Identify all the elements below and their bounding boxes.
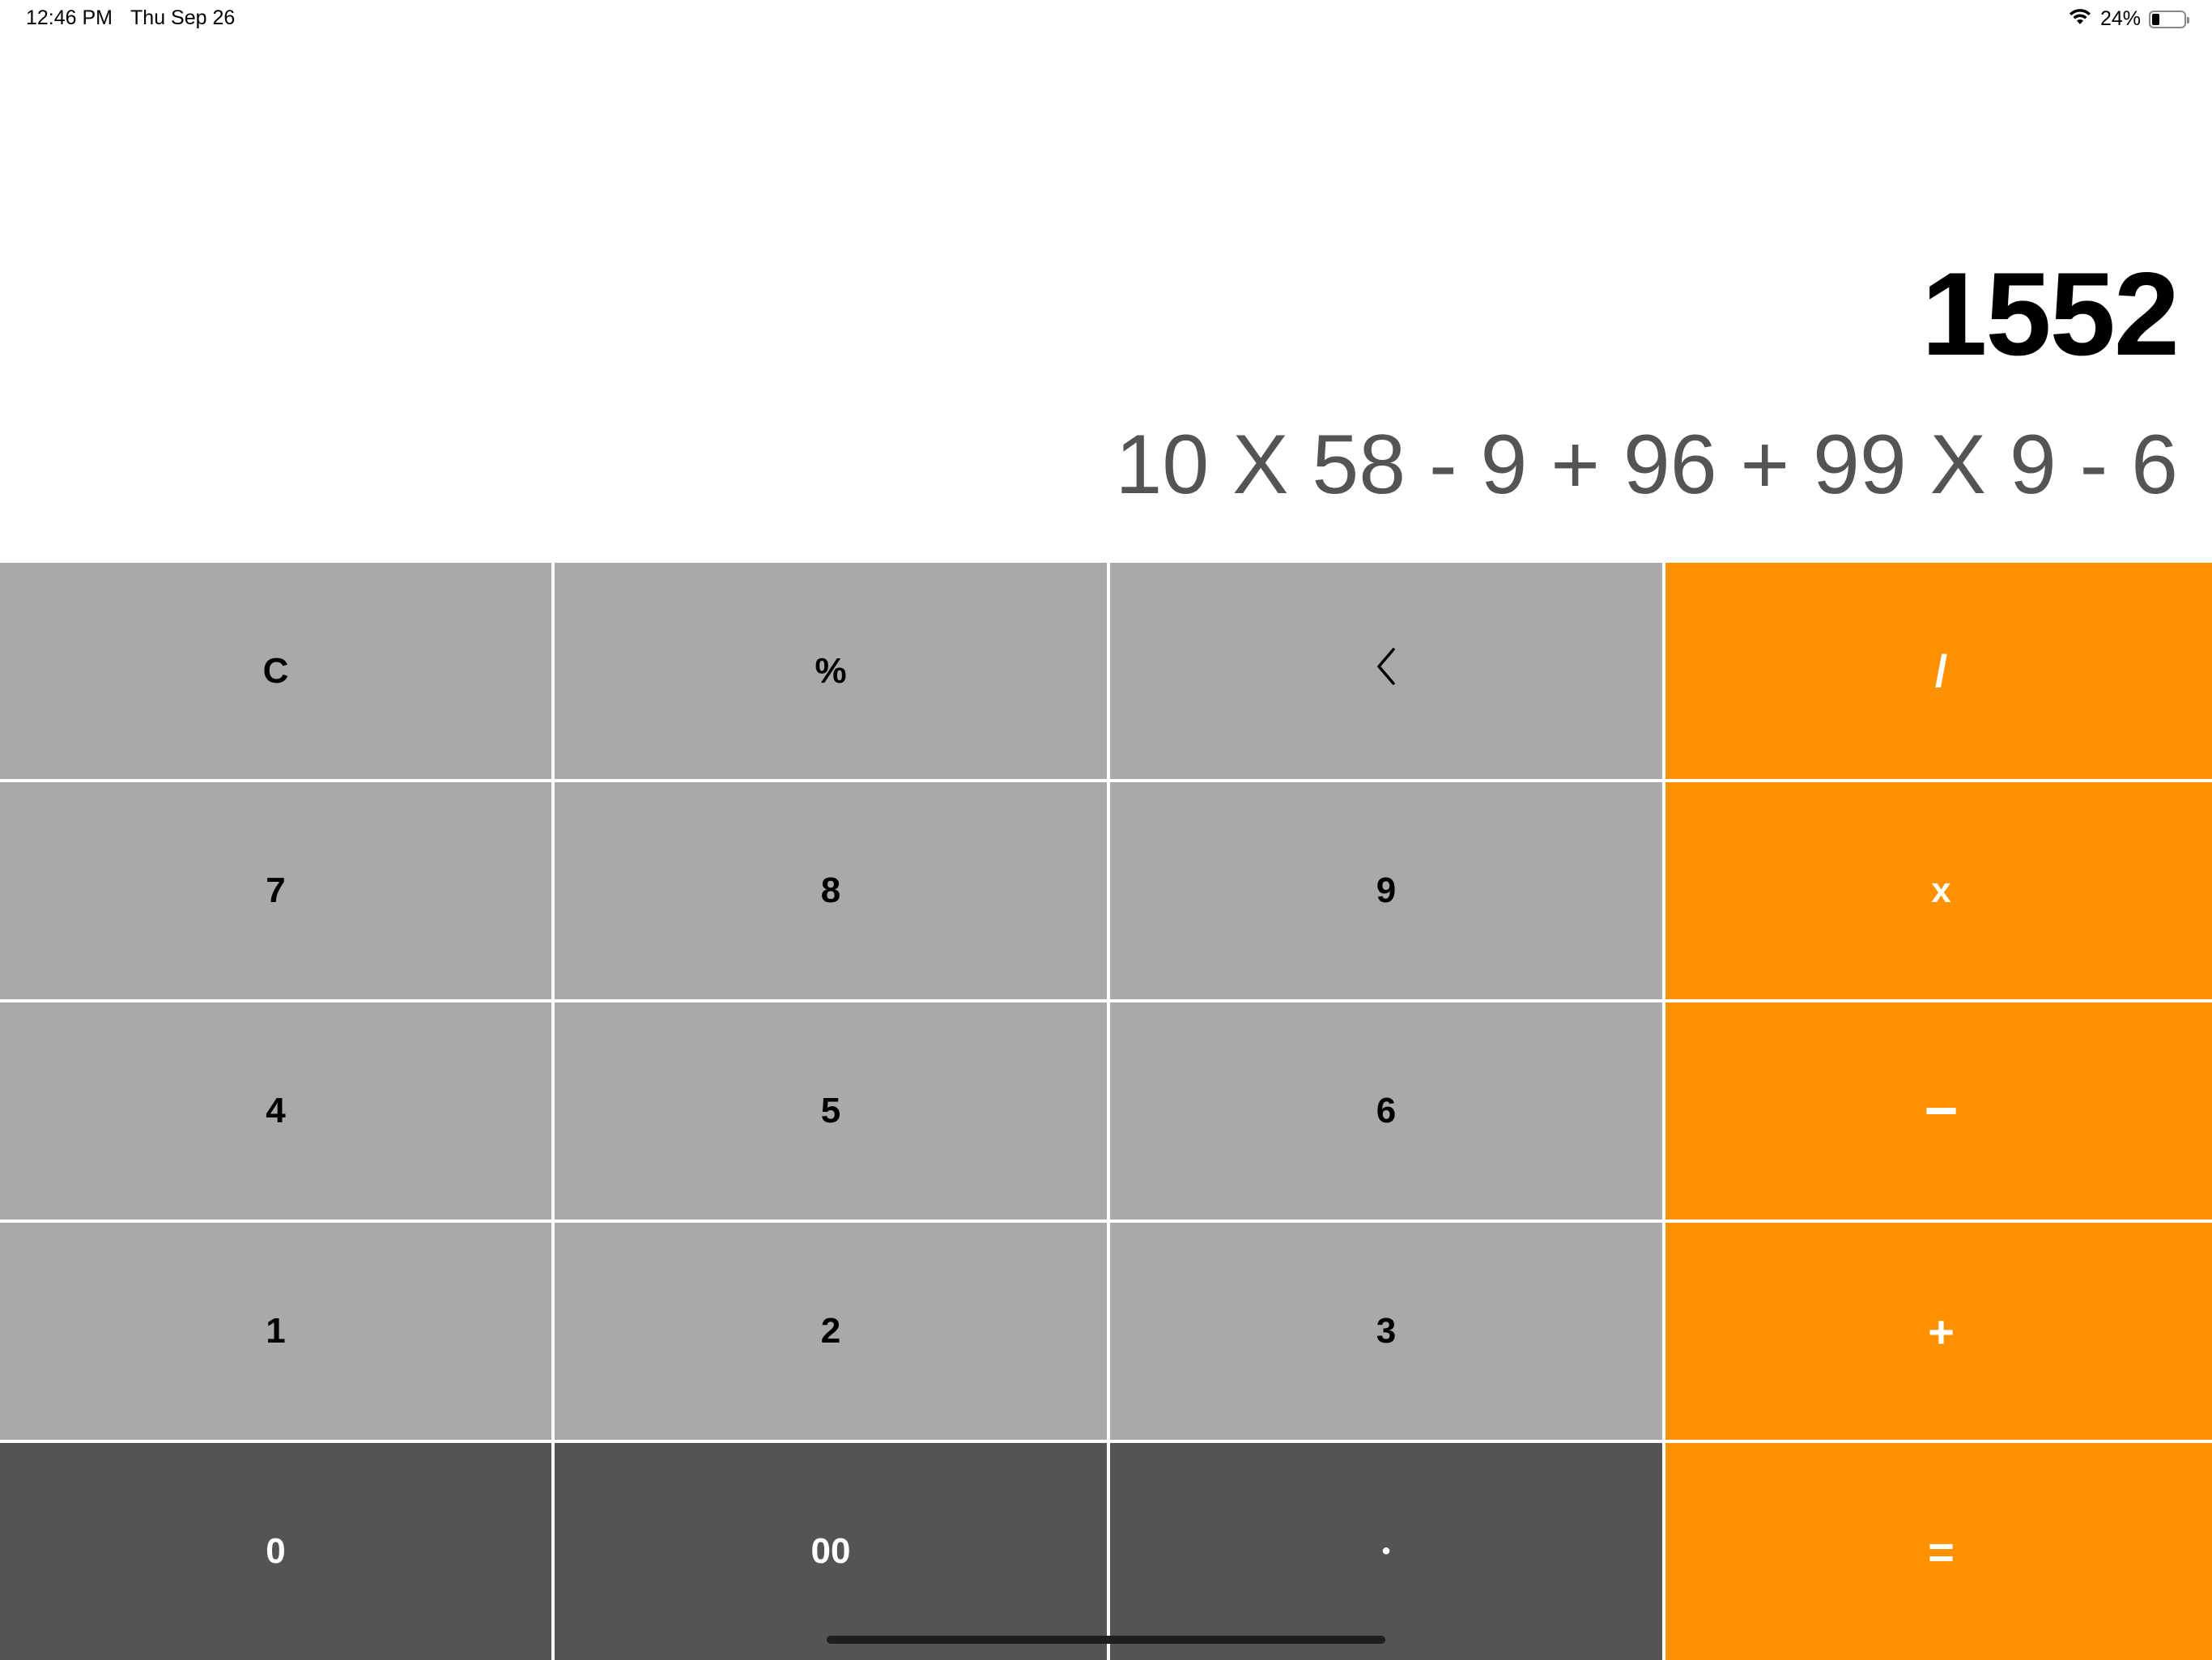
wifi-icon [2068, 6, 2092, 32]
nine-button[interactable]: 9 [1110, 782, 1662, 999]
calculator-display: 1552 10 X 58 - 9 + 96 + 99 X 9 - 6 [0, 40, 2212, 563]
battery-tip [2187, 16, 2189, 23]
backspace-button[interactable] [1110, 563, 1662, 779]
two-button[interactable]: 2 [555, 1223, 1107, 1440]
status-right: 24% [2068, 6, 2189, 32]
multiply-button[interactable]: x [1665, 782, 2212, 999]
battery-icon [2149, 10, 2189, 28]
expression-text: 10 X 58 - 9 + 96 + 99 X 9 - 6 [1115, 418, 2178, 512]
status-date: Thu Sep 26 [130, 6, 236, 29]
four-button[interactable]: 4 [0, 1002, 551, 1219]
battery-fill [2152, 13, 2159, 25]
subtract-button[interactable]: − [1665, 1002, 2212, 1219]
equals-button[interactable]: = [1665, 1443, 2212, 1660]
eight-button[interactable]: 8 [555, 782, 1107, 999]
status-left: 12:46 PM Thu Sep 26 [26, 6, 235, 30]
one-button[interactable]: 1 [0, 1223, 551, 1440]
chevron-left-icon [1374, 646, 1398, 696]
divide-button[interactable]: / [1665, 563, 2212, 779]
seven-button[interactable]: 7 [0, 782, 551, 999]
status-time: 12:46 PM [26, 6, 113, 29]
status-bar: 12:46 PM Thu Sep 26 24% [0, 0, 2212, 40]
add-button[interactable]: + [1665, 1223, 2212, 1440]
double-zero-button[interactable]: 00 [555, 1443, 1107, 1660]
result-value: 1552 [1921, 248, 2180, 380]
percent-button[interactable]: % [555, 563, 1107, 779]
five-button[interactable]: 5 [555, 1002, 1107, 1219]
home-indicator[interactable] [827, 1636, 1385, 1644]
zero-button[interactable]: 0 [0, 1443, 551, 1660]
three-button[interactable]: 3 [1110, 1223, 1662, 1440]
keypad: C % / 7 8 9 x 4 5 6 − 1 2 3 + 0 00 • = [0, 563, 2212, 1660]
six-button[interactable]: 6 [1110, 1002, 1662, 1219]
battery-percent: 24% [2099, 7, 2141, 30]
clear-button[interactable]: C [0, 563, 551, 779]
decimal-button[interactable]: • [1110, 1443, 1662, 1660]
